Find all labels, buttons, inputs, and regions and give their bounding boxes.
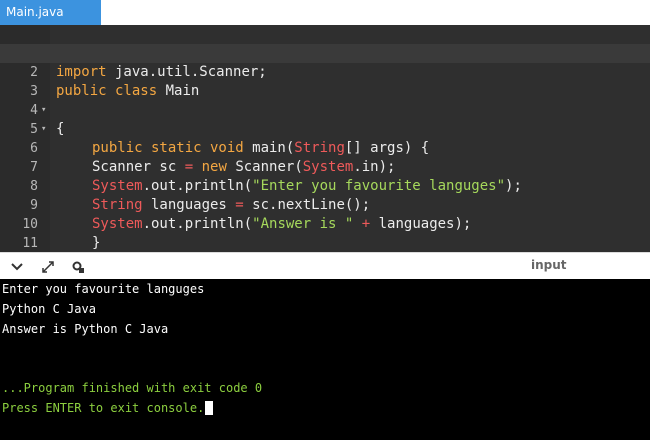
- code-line-active: 2 public class Main: [0, 44, 650, 99]
- code-line: 9 System.out.println("Answer is " + lang…: [0, 177, 650, 232]
- code-line: 1 import java.util.Scanner;: [0, 25, 650, 80]
- code-line: 10 }: [0, 196, 650, 251]
- code-editor[interactable]: 1 import java.util.Scanner; 2 public cla…: [0, 25, 650, 252]
- console-output[interactable]: Enter you favourite languges Python C Ja…: [0, 279, 650, 440]
- expand-icon[interactable]: [40, 259, 56, 275]
- console-prompt-text: Press ENTER to exit console.: [2, 401, 205, 415]
- code-line: 5: [0, 101, 650, 137]
- console-line: Answer is Python C Java: [2, 322, 169, 336]
- console-line: Python C Java: [2, 302, 96, 316]
- code-line: 11 }: [0, 215, 650, 251]
- code-line: 6 Scanner sc = new Scanner(System.in);: [0, 120, 650, 175]
- console-exit-line: ...Program finished with exit code 0: [2, 381, 263, 395]
- input-label[interactable]: input: [531, 258, 567, 272]
- console-line: Enter you favourite languges: [2, 282, 205, 296]
- code-line: 8 String languages = sc.nextLine();: [0, 158, 650, 213]
- tab-main-java[interactable]: Main.java: [0, 0, 101, 25]
- code-line: 7 System.out.println("Enter you favourit…: [0, 139, 650, 194]
- chevron-down-icon[interactable]: [9, 259, 25, 275]
- tab-bar: Main.java: [0, 0, 650, 25]
- console-prompt-line: Press ENTER to exit console.: [2, 398, 214, 418]
- code-line: 3 ▾ {: [0, 63, 650, 137]
- code-line: 4 ▾ public static void main(String[] arg…: [0, 82, 650, 156]
- text-cursor: [205, 401, 214, 415]
- console-toolbar: input: [0, 252, 650, 279]
- code-line: 12: [0, 234, 650, 252]
- settings-icon[interactable]: [70, 259, 86, 275]
